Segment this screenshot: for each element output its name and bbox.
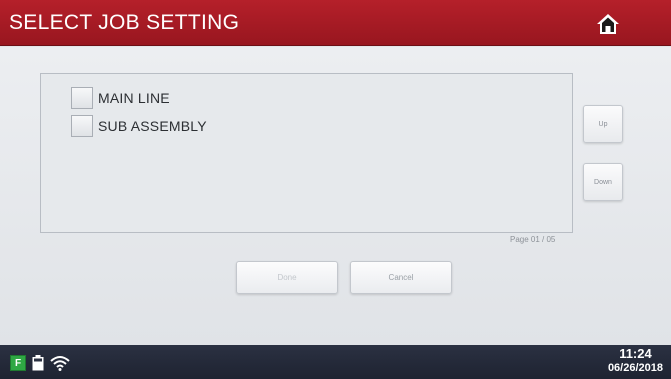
- page-down-button[interactable]: Down: [583, 163, 623, 201]
- page-up-button[interactable]: Up: [583, 105, 623, 143]
- clock-time: 11:24: [619, 346, 652, 361]
- status-bar: F 11:24 06/26/2018: [0, 345, 671, 379]
- app-icon[interactable]: F: [10, 355, 26, 371]
- done-button[interactable]: Done: [236, 261, 338, 294]
- list-item-main-line[interactable]: MAIN LINE: [71, 87, 170, 109]
- wifi-icon: [50, 356, 70, 371]
- home-button[interactable]: [591, 9, 625, 39]
- page-indicator: Page 01 / 05: [510, 235, 556, 244]
- list-item-sub-assembly[interactable]: SUB ASSEMBLY: [71, 115, 207, 137]
- battery-icon: [32, 355, 44, 371]
- job-setting-list: MAIN LINE SUB ASSEMBLY: [40, 73, 573, 233]
- main-line-checkbox[interactable]: [71, 87, 93, 109]
- list-item-label: MAIN LINE: [98, 90, 170, 106]
- page-title: SELECT JOB SETTING: [9, 11, 240, 34]
- sub-assembly-checkbox[interactable]: [71, 115, 93, 137]
- title-bar: SELECT JOB SETTING: [0, 0, 671, 46]
- status-icons: F: [10, 355, 70, 371]
- clock-date: 06/26/2018: [607, 362, 663, 374]
- list-item-label: SUB ASSEMBLY: [98, 118, 207, 134]
- clock: 11:24 06/26/2018: [608, 347, 663, 375]
- content-area: MAIN LINE SUB ASSEMBLY Up Down Page 01 /…: [0, 47, 671, 345]
- cancel-button[interactable]: Cancel: [350, 261, 452, 294]
- home-icon: [597, 14, 619, 34]
